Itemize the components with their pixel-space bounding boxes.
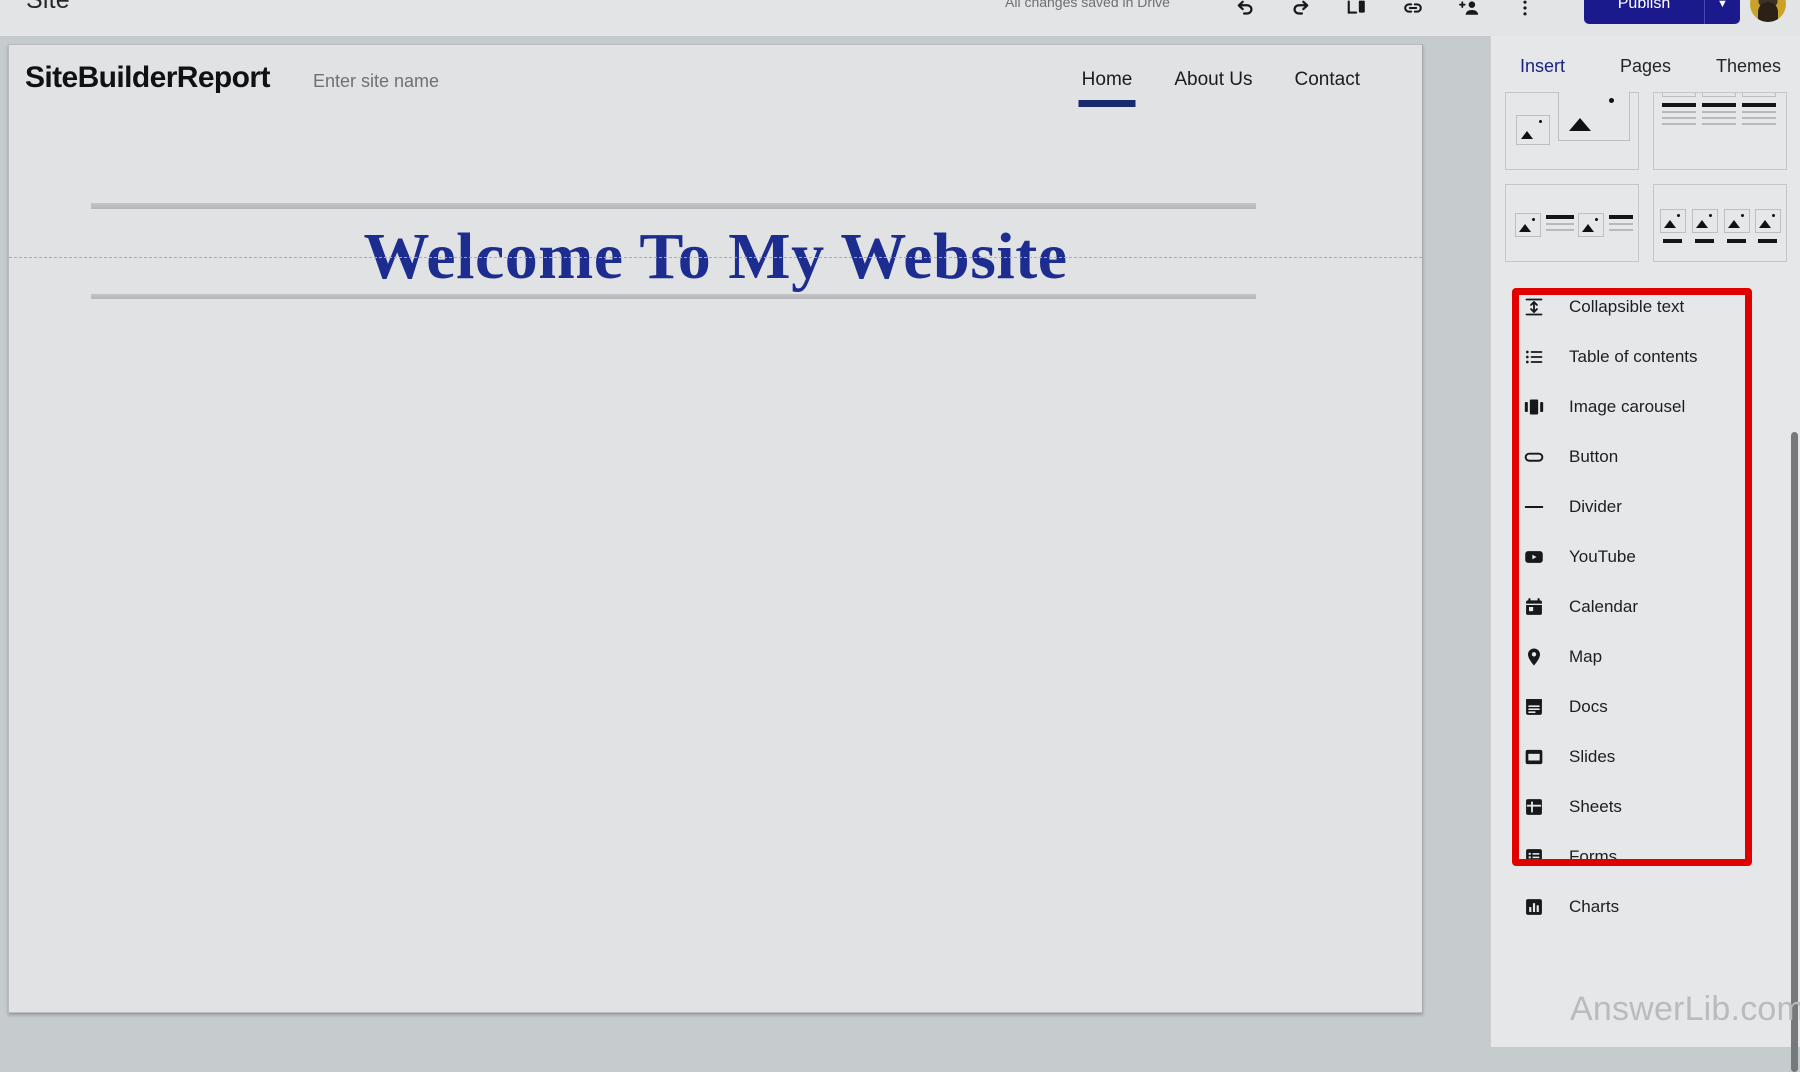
insert-item-label: Charts: [1569, 897, 1620, 916]
nav-link-about-us[interactable]: About Us: [1174, 69, 1252, 103]
canvas-empty-section[interactable]: [9, 258, 1422, 1012]
insert-item-label: Forms: [1569, 847, 1618, 866]
app-title: Site: [26, 0, 70, 14]
layouts-row-1: [1505, 92, 1787, 170]
layout-image-left-large-right[interactable]: [1505, 92, 1639, 170]
layout-three-column-text[interactable]: [1653, 92, 1787, 170]
insert-item-slides[interactable]: Slides: [1491, 732, 1785, 782]
insert-item-collapsible-text[interactable]: Collapsible text: [1491, 282, 1785, 332]
chevron-down-icon: ▼: [1717, 0, 1728, 10]
avatar[interactable]: [1750, 0, 1786, 22]
tab-insert-label: Insert: [1519, 56, 1566, 76]
nav-link-contact[interactable]: Contact: [1295, 69, 1360, 103]
insert-item-label: YouTube: [1569, 547, 1636, 566]
layouts-row-2: [1505, 184, 1787, 262]
tab-insert[interactable]: Insert: [1491, 36, 1594, 96]
insert-item-label: Slides: [1569, 747, 1616, 766]
sheets-icon: [1521, 794, 1547, 820]
insert-item-sheets[interactable]: Sheets: [1491, 782, 1785, 832]
youtube-icon: [1521, 544, 1547, 570]
site-header: SiteBuilderReport Enter site name Home A…: [9, 45, 1422, 111]
forms-icon: [1521, 844, 1547, 870]
insert-item-docs[interactable]: Docs: [1491, 682, 1785, 732]
tab-themes[interactable]: Themes: [1697, 36, 1800, 96]
insert-item-image-carousel[interactable]: Image carousel: [1491, 382, 1785, 432]
nav-link-contact-label: Contact: [1294, 69, 1360, 90]
insert-item-forms[interactable]: Forms: [1491, 832, 1785, 882]
layout-two-image-text-pairs[interactable]: [1505, 184, 1639, 262]
divider-icon: [1521, 494, 1547, 520]
insert-item-label: Collapsible text: [1569, 297, 1685, 316]
table-of-contents-icon: [1521, 344, 1547, 370]
share-icon[interactable]: [1452, 0, 1486, 25]
insert-item-label: Sheets: [1569, 797, 1622, 816]
insert-item-label: Table of contents: [1569, 347, 1698, 366]
layout-four-image-captions[interactable]: [1653, 184, 1787, 262]
calendar-icon: [1521, 594, 1547, 620]
panel-tabs: Insert Pages Themes: [1491, 36, 1800, 96]
top-app-bar: Site All changes saved in Drive Publish …: [0, 0, 1800, 36]
publish-dropdown-button[interactable]: ▼: [1704, 0, 1740, 24]
insert-item-youtube[interactable]: YouTube: [1491, 532, 1785, 582]
collapsible-text-icon: [1521, 294, 1547, 320]
tab-pages-label: Pages: [1619, 56, 1672, 76]
insert-item-label: Map: [1569, 647, 1603, 666]
nav-link-about-us-label: About Us: [1174, 69, 1253, 90]
tab-pages[interactable]: Pages: [1594, 36, 1697, 96]
nav-link-home[interactable]: Home: [1082, 69, 1133, 103]
nav-link-home-label: Home: [1081, 69, 1133, 90]
hero-rule-top: [91, 203, 1256, 209]
docs-icon: [1521, 694, 1547, 720]
insert-item-label: Button: [1569, 447, 1619, 466]
insert-item-divider[interactable]: Divider: [1491, 482, 1785, 532]
insert-panel: Insert Pages Themes Collapsible text Tab…: [1490, 36, 1800, 1072]
site-nav: Home About Us Contact: [1082, 69, 1360, 103]
publish-button[interactable]: Publish: [1584, 0, 1704, 24]
charts-icon: [1521, 894, 1547, 920]
redo-icon[interactable]: [1284, 0, 1318, 25]
site-name-input[interactable]: Enter site name: [313, 71, 439, 92]
more-options-icon[interactable]: [1508, 0, 1542, 25]
insert-item-calendar[interactable]: Calendar: [1491, 582, 1785, 632]
insert-item-button[interactable]: Button: [1491, 432, 1785, 482]
insert-item-label: Calendar: [1569, 597, 1638, 616]
insert-items-list: Collapsible text Table of contents Image…: [1491, 282, 1785, 932]
publish-button-label: Publish: [1617, 0, 1671, 12]
watermark: AnswerLib.com: [1570, 990, 1800, 1028]
button-icon: [1521, 444, 1547, 470]
image-carousel-icon: [1521, 394, 1547, 420]
insert-item-map[interactable]: Map: [1491, 632, 1785, 682]
site-canvas[interactable]: SiteBuilderReport Enter site name Home A…: [8, 44, 1423, 1013]
map-pin-icon: [1521, 644, 1547, 670]
tab-themes-label: Themes: [1715, 56, 1782, 76]
undo-icon[interactable]: [1228, 0, 1262, 25]
slides-icon: [1521, 744, 1547, 770]
insert-item-charts[interactable]: Charts: [1491, 882, 1785, 932]
insert-item-label: Divider: [1569, 497, 1622, 516]
insert-item-label: Image carousel: [1569, 397, 1686, 416]
save-status-text: All changes saved in Drive: [1005, 0, 1170, 10]
layouts-grid: [1491, 92, 1800, 264]
insert-item-label: Docs: [1569, 697, 1608, 716]
panel-scrollbar[interactable]: [1791, 432, 1798, 1072]
preview-icon[interactable]: [1340, 0, 1374, 25]
site-logo[interactable]: SiteBuilderReport: [25, 61, 270, 95]
link-icon[interactable]: [1396, 0, 1430, 25]
insert-item-table-of-contents[interactable]: Table of contents: [1491, 332, 1785, 382]
